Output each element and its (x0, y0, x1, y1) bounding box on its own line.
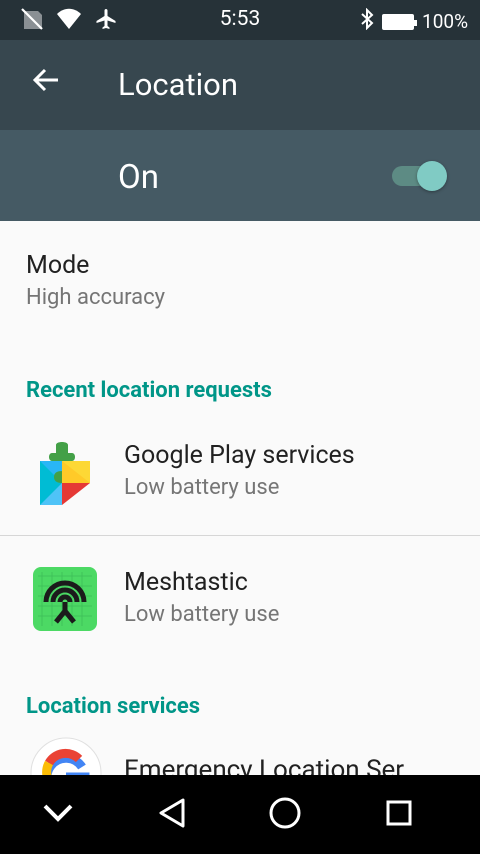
app-name: Meshtastic (124, 568, 248, 597)
mode-summary: High accuracy (26, 285, 166, 310)
mode-title: Mode (26, 251, 90, 280)
mode-preference[interactable]: Mode High accuracy (0, 221, 480, 331)
list-item-emergency-location-service[interactable]: Emergency Location Ser (0, 731, 480, 775)
status-bar: 5:53 100% (0, 0, 480, 40)
hide-keyboard-button[interactable] (36, 793, 80, 837)
toggle-thumb (417, 161, 447, 191)
app-name: Google Play services (124, 441, 355, 470)
list-item-text: Meshtastic Low battery use (124, 568, 279, 627)
switch-label: On (118, 158, 159, 197)
battery-percent: 100% (422, 10, 468, 33)
app-bar: Location (0, 40, 480, 130)
nav-back-button[interactable] (150, 793, 194, 837)
app-summary: Low battery use (124, 602, 280, 627)
back-triangle-icon (157, 797, 187, 833)
location-toggle[interactable] (392, 161, 448, 191)
recent-requests-header: Recent location requests (26, 378, 272, 403)
back-button[interactable] (24, 60, 68, 104)
settings-list[interactable]: Mode High accuracy Recent location reque… (0, 221, 480, 775)
chevron-down-icon (42, 802, 74, 828)
page-title: Location (118, 66, 238, 103)
recents-square-icon (384, 798, 414, 832)
google-g-icon (30, 737, 102, 775)
meshtastic-icon (32, 566, 98, 632)
app-summary: Low battery use (124, 475, 280, 500)
app-name: Emergency Location Ser (124, 755, 405, 775)
nav-home-button[interactable] (263, 793, 307, 837)
nav-recents-button[interactable] (377, 793, 421, 837)
bluetooth-icon (360, 7, 374, 35)
google-play-services-icon (32, 439, 98, 505)
status-right-icons: 100% (360, 7, 468, 35)
battery-icon (382, 13, 418, 30)
location-switch-bar[interactable]: On (0, 130, 480, 221)
list-item-text: Emergency Location Ser (124, 755, 404, 775)
location-services-header: Location services (26, 694, 201, 719)
divider (0, 535, 480, 536)
list-item-meshtastic[interactable]: Meshtastic Low battery use (0, 552, 480, 662)
list-item-text: Google Play services Low battery use (124, 441, 355, 500)
home-circle-icon (268, 796, 302, 834)
arrow-left-icon (32, 66, 60, 98)
navigation-bar (0, 775, 480, 854)
list-item-google-play-services[interactable]: Google Play services Low battery use (0, 425, 480, 535)
